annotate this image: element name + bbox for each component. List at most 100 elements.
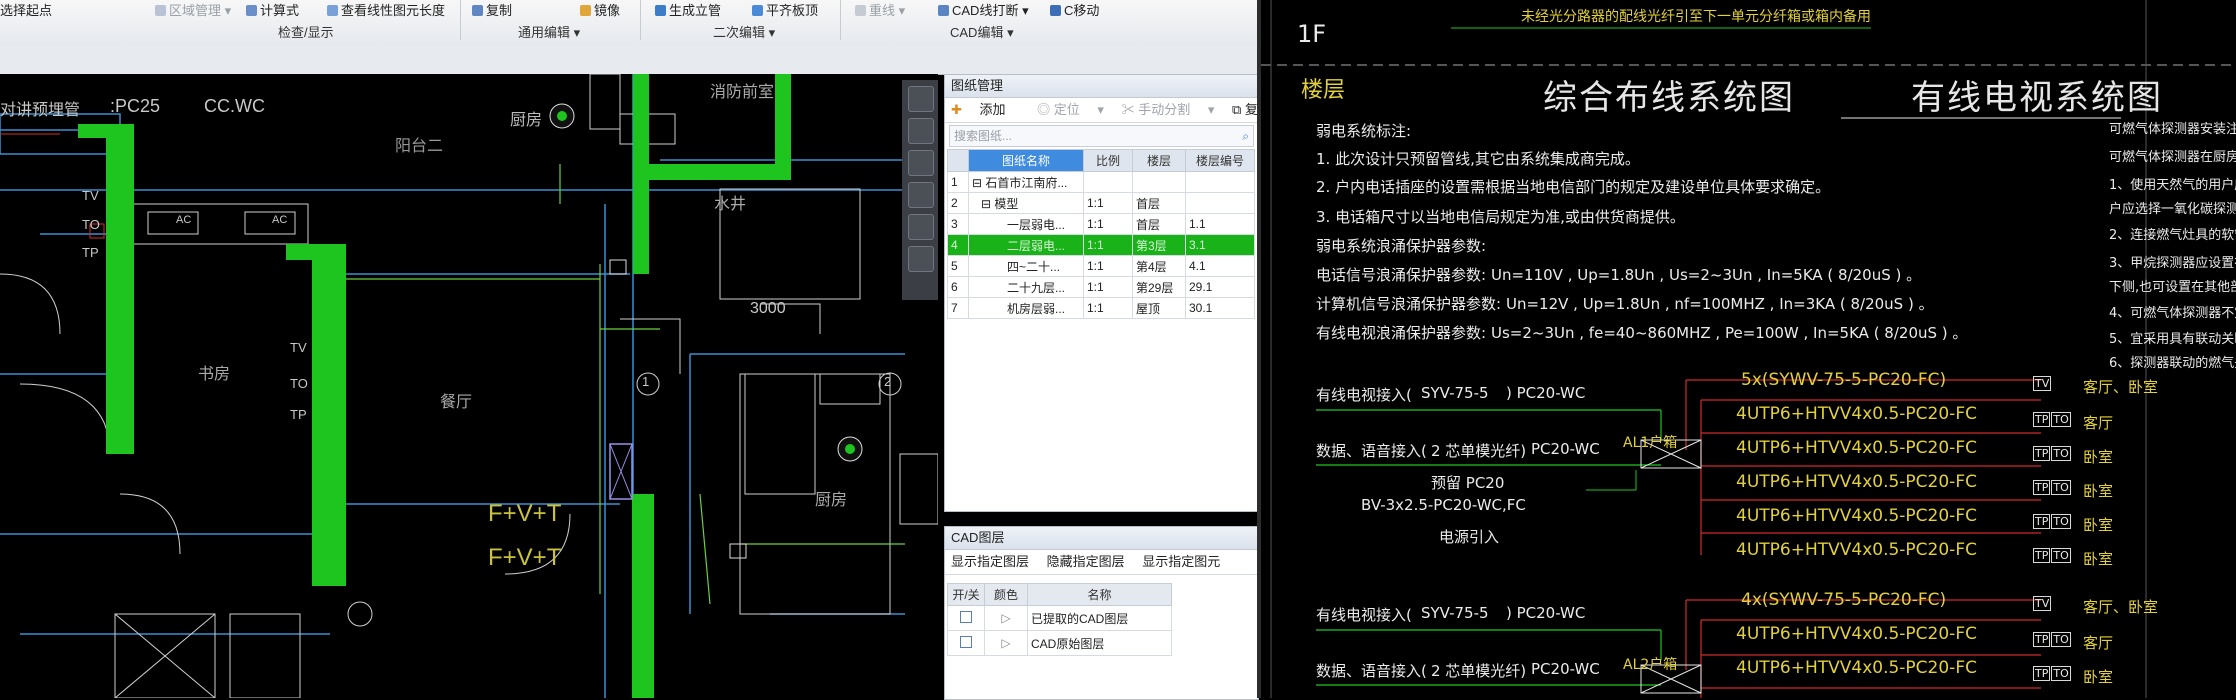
title-cabling: 综合布线系统图 xyxy=(1543,78,1795,118)
cad-canvas[interactable]: 对讲预埋管 :PC25 CC.WC 厨房 阳台二 消防前室 水井 书房 餐厅 厨… xyxy=(0,74,938,698)
layer-row[interactable]: ▷ 已提取的CAD图层 xyxy=(947,605,1172,631)
box1-tags-0: TV xyxy=(2033,376,2052,391)
break-icon xyxy=(938,5,949,16)
table-row[interactable]: 5 四~二十... 1:1 第4层 4.1 xyxy=(947,255,1255,277)
layer-row[interactable]: ▷ CAD原始图层 xyxy=(947,630,1172,656)
layer-toggle-checkbox[interactable] xyxy=(960,635,972,648)
surge-phone-label: 电话信号浪涌保护器参数: xyxy=(1316,266,1487,284)
table-row[interactable]: 6 二十九层... 1:1 第29层 29.1 xyxy=(947,276,1255,298)
layer-icon[interactable] xyxy=(908,150,934,176)
cad-move-button[interactable]: C移动 xyxy=(1050,0,1099,19)
surge-phone-values: Un=110V , Up=1.8Un , Us=2~3Un , In=5KA (… xyxy=(1491,266,1922,284)
cad-layer-panel: CAD图层 显示指定图层 隐藏指定图层 显示指定图元 开/关 颜色 名称 ▷ 已提… xyxy=(944,526,1259,700)
box1-room-0: 客厅、卧室 xyxy=(2083,378,2159,396)
tag-tp-2: TP xyxy=(290,407,307,422)
box2-line-2: 4UTP6+HTVV4x0.5-PC20-FC xyxy=(1736,658,1977,678)
box2-data-pipe: PC20-WC xyxy=(1531,660,1600,678)
col-floor[interactable]: 楼层 xyxy=(1132,149,1186,172)
table-row[interactable]: 1 ⊟ 石首市江南府... xyxy=(947,171,1255,193)
side-note-1: 可燃气体探测器在厨房设置 xyxy=(2109,150,2236,165)
flat-slab-button[interactable]: 平齐板顶 xyxy=(752,0,818,19)
rotate-icon[interactable] xyxy=(908,214,934,240)
group-cadedit[interactable]: CAD编辑 ▾ xyxy=(950,22,1014,41)
ruler-icon xyxy=(327,5,338,16)
surge-tv-label: 有线电视浪涌保护器参数: xyxy=(1316,324,1487,342)
pan-icon[interactable] xyxy=(908,118,934,144)
floor-label: 楼层 xyxy=(1301,78,1346,103)
box1-room-1: 客厅 xyxy=(2083,414,2114,432)
col-layer-name: 名称 xyxy=(1027,583,1172,606)
box1-cable-spec: SYV-75-5 xyxy=(1421,384,1489,402)
col-scale[interactable]: 比例 xyxy=(1083,149,1133,172)
rewire-button[interactable]: 重线 ▾ xyxy=(855,0,905,19)
group-generic[interactable]: 通用编辑 ▾ xyxy=(518,22,580,41)
ribbon: 选择起点 区域管理 ▾ 计算式 查看线性图元长度 复制 镜像 生成立管 平齐板顶… xyxy=(0,0,1257,47)
table-row[interactable]: 7 机房层弱... 1:1 屋顶 30.1 xyxy=(947,297,1255,319)
tag-ac-1: AC xyxy=(176,214,192,226)
box1-tags-1: TP TO xyxy=(2033,412,2071,427)
move-icon xyxy=(1050,5,1061,16)
group-secondary[interactable]: 二次编辑 ▾ xyxy=(713,22,775,41)
hide-layer-button[interactable]: 隐藏指定图层 xyxy=(1047,554,1125,569)
slab-icon xyxy=(752,5,763,16)
col-code[interactable]: 楼层编号 xyxy=(1185,149,1255,172)
box1-line-1: 4UTP6+HTVV4x0.5-PC20-FC xyxy=(1736,404,1977,424)
box2-cable-pipe: ) PC20-WC xyxy=(1506,604,1586,622)
table-row[interactable]: 2 ⊟ 模型 1:1 首层 xyxy=(947,192,1255,214)
system-diagram-canvas[interactable]: 1F 楼层 未经光分路器的配线光纤引至下一单元分纤箱或箱内备用 综合布线系统图 … xyxy=(1261,0,2236,698)
canvas-toolstrip xyxy=(902,80,938,300)
cad-break-button[interactable]: CAD线打断 ▾ xyxy=(938,0,1029,19)
top-note: 未经光分路器的配线光纤引至下一单元分纤箱或箱内备用 xyxy=(1521,9,1871,25)
box1-cable-in: 有线电视接入( xyxy=(1316,386,1412,404)
box1-room-5: 卧室 xyxy=(2083,550,2114,568)
table-row-selected[interactable]: 4 二层弱电... 1:1 第3层 3.1 xyxy=(947,234,1255,256)
box1-cable-pipe: ) PC20-WC xyxy=(1506,384,1586,402)
box1-line-5: 4UTP6+HTVV4x0.5-PC20-FC xyxy=(1736,540,1977,560)
box1-data-pipe: PC20-WC xyxy=(1531,440,1600,458)
show-layer-button[interactable]: 显示指定图层 xyxy=(951,554,1029,569)
box1-tags-2: TP TO xyxy=(2033,446,2071,461)
box2-room-1: 客厅 xyxy=(2083,634,2114,652)
side-note-6: 下侧,也可设置在其他部位 xyxy=(2109,280,2236,295)
drawing-manager-panel: 图纸管理 ✚ 添加 ◎ 定位 ▾ ✂ 手动分割 ▾ ⧉ 复制 搜索图纸... ⌕… xyxy=(944,74,1271,512)
add-drawing-button[interactable]: ✚ 添加 xyxy=(951,102,1020,117)
zoom-icon[interactable] xyxy=(908,86,934,112)
box2-line-1: 4UTP6+HTVV4x0.5-PC20-FC xyxy=(1736,624,1977,644)
box1-room-2: 卧室 xyxy=(2083,448,2114,466)
box1-line-4: 4UTP6+HTVV4x0.5-PC20-FC xyxy=(1736,506,1977,526)
calc-button[interactable]: 计算式 xyxy=(246,0,299,19)
title-cable-tv: 有线电视系统图 xyxy=(1911,78,2163,118)
copy-button[interactable]: 复制 xyxy=(472,0,512,19)
box1-tags-3: TP TO xyxy=(2033,480,2071,495)
drawing-search-input[interactable]: 搜索图纸... ⌕ xyxy=(949,125,1254,147)
box2-room-2: 卧室 xyxy=(2083,668,2114,686)
layer-toggle-checkbox[interactable] xyxy=(960,610,972,623)
table-row[interactable]: 3 一层弱电... 1:1 首层 1.1 xyxy=(947,213,1255,235)
note-1: 1. 此次设计只预留管线,其它由系统集成商完成。 xyxy=(1316,150,1640,168)
box1-power: BV-3x2.5-PC20-WC,FC xyxy=(1361,496,1526,514)
mirror-icon xyxy=(580,5,591,16)
box2-line-0: 4x(SYWV-75-5-PC20-FC) xyxy=(1741,590,1947,610)
box1-reserve: 预留 PC20 xyxy=(1431,474,1505,492)
window-icon[interactable] xyxy=(908,182,934,208)
mirror-button[interactable]: 镜像 xyxy=(580,0,620,19)
label-shaft: 水井 xyxy=(714,196,747,213)
label-intercom: 对讲预埋管 xyxy=(0,102,81,119)
col-name[interactable]: 图纸名称 xyxy=(968,149,1084,172)
label-dim-3000: 3000 xyxy=(750,300,786,317)
note-3: 3. 电话箱尺寸以当地电信局规定为准,或由供货商提供。 xyxy=(1316,208,1685,226)
riser-button[interactable]: 生成立管 xyxy=(655,0,721,19)
surge-pc-label: 计算机信号浪涌保护器参数: xyxy=(1316,295,1502,313)
locate-button[interactable]: ◎ 定位 ▾ xyxy=(1037,102,1104,117)
select-origin-button[interactable]: 选择起点 xyxy=(0,0,52,19)
layer-panel-title: CAD图层 xyxy=(945,527,1258,550)
manual-split-button[interactable]: ✂ 手动分割 ▾ xyxy=(1122,102,1215,117)
copy-icon xyxy=(472,5,483,16)
floorplan-lines xyxy=(0,74,938,698)
box1-room-3: 卧室 xyxy=(2083,482,2114,500)
view-length-button[interactable]: 查看线性图元长度 xyxy=(327,0,445,19)
label-kitchen: 厨房 xyxy=(815,492,848,509)
region-manage-button[interactable]: 区域管理 ▾ xyxy=(155,0,231,19)
fit-icon[interactable] xyxy=(908,246,934,272)
show-element-button[interactable]: 显示指定图元 xyxy=(1142,554,1220,569)
